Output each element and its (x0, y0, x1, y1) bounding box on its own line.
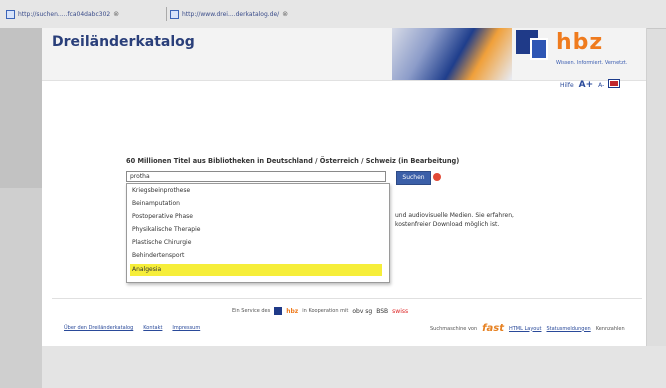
page-title: Dreiländerkatalog (52, 34, 195, 50)
tab-separator (166, 7, 167, 21)
hbz-logo-tagline: Wissen. Informiert. Vernetzt. (556, 60, 628, 66)
html-layout-link[interactable]: HTML Layout (509, 326, 542, 332)
suggestion-item[interactable]: Beinamputation (130, 198, 382, 210)
hbz-small-icon (274, 307, 283, 315)
engine-label: Suchmaschine von (430, 325, 478, 332)
tab-label: http://suchen.....fca04dabc302 (18, 10, 111, 18)
empty-window-area (42, 346, 666, 388)
suggestion-item[interactable]: Kriegsbeinprothese (130, 185, 382, 197)
close-icon[interactable]: ⊗ (113, 10, 119, 18)
fast-logo[interactable]: fast (482, 323, 504, 334)
browser-tab-1[interactable]: http://suchen.....fca04dabc302 ⊗ (6, 6, 164, 22)
utility-links: Hilfe A+ A- (560, 79, 621, 90)
footer-link-contact[interactable]: Kontakt (143, 325, 162, 331)
tab-label: http://www.drei....derkatalog.de/ (182, 10, 280, 18)
help-link[interactable]: Hilfe (560, 82, 574, 89)
font-increase-link[interactable]: A+ (579, 80, 594, 90)
left-panel-shade (0, 28, 42, 188)
browser-tab-2[interactable]: http://www.drei....derkatalog.de/ ⊗ (170, 6, 340, 22)
footer-links: Über den Dreiländerkatalog Kontakt Impre… (64, 325, 200, 331)
suggestion-item[interactable]: Plastische Chirurgie (130, 237, 382, 249)
hbz-logo-icon-inner (530, 38, 548, 60)
partner-logo[interactable]: BSB (376, 308, 388, 315)
footer-engine: Suchmaschine von fast HTML Layout Status… (430, 323, 625, 334)
service-prefix: Ein Service des (232, 308, 271, 314)
hbz-small-text: hbz (286, 307, 299, 315)
search-input[interactable] (126, 171, 386, 182)
catalog-headline: 60 Millionen Titel aus Bibliotheken in D… (126, 157, 460, 165)
service-mid: in Kooperation mit (302, 308, 349, 314)
description-text: kostenfreier Download möglich ist. (395, 221, 500, 228)
footer-divider (52, 298, 642, 299)
page-icon (6, 9, 15, 19)
footer-link-imprint[interactable]: Impressum (172, 325, 200, 331)
footer-tail: Kennzahlen (595, 325, 625, 332)
hbz-logo-text: hbz (556, 30, 604, 55)
close-icon[interactable]: ⊗ (282, 10, 288, 18)
footer-link-about[interactable]: Über den Dreiländerkatalog (64, 325, 133, 331)
partner-logo[interactable]: swiss (392, 308, 408, 315)
partner-logo[interactable]: obv sg (352, 308, 372, 315)
service-credit: Ein Service des hbz in Kooperation mit o… (232, 307, 408, 315)
header-banner-image (392, 28, 512, 80)
info-icon[interactable] (433, 173, 441, 181)
page-icon (170, 9, 179, 19)
suggestion-item[interactable]: Behindertensport (130, 250, 382, 262)
suggestion-item[interactable]: Physikalische Therapie (130, 224, 382, 236)
font-decrease-link[interactable]: A- (598, 82, 604, 89)
language-flag-icon[interactable] (608, 79, 621, 88)
status-link[interactable]: Statusmeldungen (546, 326, 590, 332)
description-text: und audiovisuelle Medien. Sie erfahren, (395, 212, 514, 219)
suggestion-item-selected[interactable]: Analgesia (130, 264, 382, 276)
search-button[interactable]: Suchen (396, 171, 431, 185)
suggestion-item[interactable]: Postoperative Phase (130, 211, 382, 223)
